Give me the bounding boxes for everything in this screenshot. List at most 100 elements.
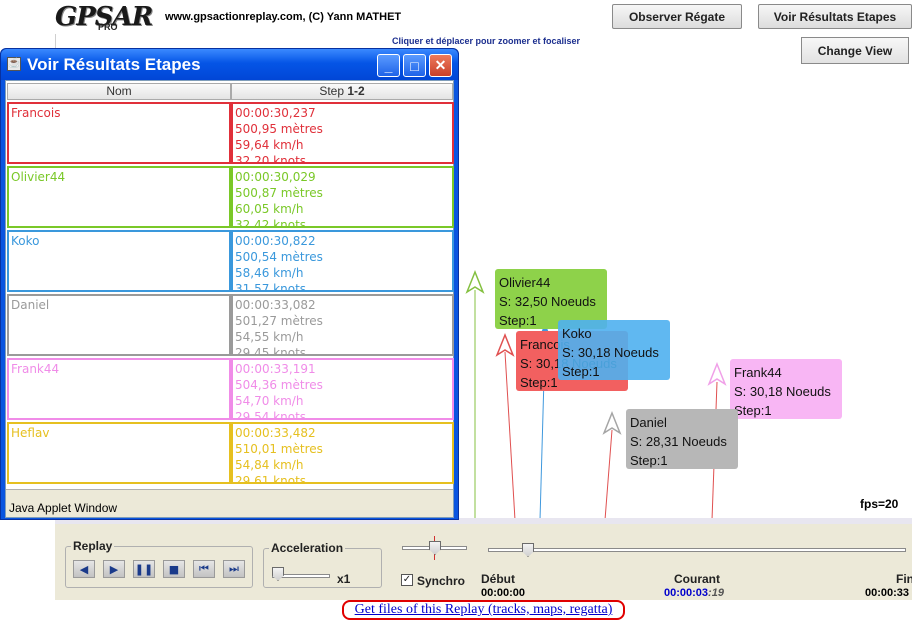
column-header-step[interactable]: Step 1-2: [231, 83, 453, 100]
download-replay-files-link[interactable]: Get files of this Replay (tracks, maps, …: [342, 600, 625, 620]
step-distance: 500,54 mètres: [235, 250, 323, 264]
gpsar-logo: GPSAR PRO: [55, 2, 161, 34]
play-icon[interactable]: ▶: [103, 560, 125, 578]
logo-sub: PRO: [98, 22, 118, 32]
skip-end-icon[interactable]: ⏭: [223, 560, 245, 578]
boat-card-daniel[interactable]: Daniel S: 28,31 Noeuds Step:1: [626, 409, 738, 469]
step-values-cell: 00:00:33,482 510,01 mètres 54,84 km/h 29,61…: [231, 422, 454, 484]
step-values-cell: 00:00:30,237 500,95 mètres 59,64 km/h 32,20…: [231, 102, 454, 164]
rewind-icon[interactable]: ◀: [73, 560, 95, 578]
acceleration-thumb[interactable]: [272, 567, 284, 581]
boat-step: Step:1: [562, 364, 600, 379]
boat-name: Koko: [562, 326, 592, 341]
boat-name: Frank44: [734, 365, 782, 380]
step-values-cell: 00:00:33,191 504,36 mètres 54,70 km/h 29,54…: [231, 358, 454, 420]
stop-icon[interactable]: ■: [163, 560, 185, 578]
step-value: 1-2: [347, 84, 365, 98]
applet-footer: Java Applet Window: [6, 489, 453, 517]
fin-label: Fin: [896, 572, 912, 586]
step-values-cell: 00:00:30,822 500,54 mètres 58,46 km/h 31,57…: [231, 230, 454, 292]
fps-counter: fps=20: [860, 497, 899, 511]
debut-time: 00:00:00: [481, 587, 526, 599]
sailor-name-cell: Koko: [7, 230, 231, 292]
step-time: 00:00:30,237: [235, 106, 316, 120]
sailor-name-cell: Frank44: [7, 358, 231, 420]
minimize-icon[interactable]: _: [377, 54, 400, 77]
results-window[interactable]: ☕ Voir Résultats Etapes _ □ ✕ Nom Step 1…: [0, 48, 459, 520]
table-row[interactable]: Heflav 00:00:33,482 510,01 mètres 54,84 km/…: [7, 422, 454, 486]
maximize-icon[interactable]: □: [403, 54, 426, 77]
observe-regatta-button[interactable]: Observer Régate: [612, 4, 742, 29]
sailor-name-cell: Francois: [7, 102, 231, 164]
step-knots: 29,61 knots: [235, 474, 307, 484]
timeline-thumb[interactable]: [522, 543, 534, 557]
sailor-name-cell: Heflav: [7, 422, 231, 484]
step-kmh: 54,55 km/h: [235, 330, 304, 344]
table-row[interactable]: Frank44 00:00:33,191 504,36 mètres 54,70 km…: [7, 358, 454, 422]
courant-time: 00:00:03:19: [664, 587, 724, 599]
window-title: Voir Résultats Etapes: [27, 55, 201, 74]
courant-time-main: 00:00:03: [664, 587, 709, 599]
debut-label: Début: [481, 572, 515, 586]
table-row[interactable]: Francois 00:00:30,237 500,95 mètres 59,64 k…: [7, 102, 454, 166]
table-row[interactable]: Koko 00:00:30,822 500,54 mètres 58,46 km/h 3…: [7, 230, 454, 294]
step-values-cell: 00:00:30,029 500,87 mètres 60,05 km/h 32,42…: [231, 166, 454, 228]
replay-group: Replay ◀ ▶ ❚❚ ■ ⏮ ⏭: [65, 539, 253, 588]
step-knots: 32,20 knots: [235, 154, 307, 164]
step-knots: 32,42 knots: [235, 218, 307, 228]
step-time: 00:00:30,029: [235, 170, 316, 184]
boat-name: Daniel: [630, 415, 667, 430]
sailor-name-cell: Daniel: [7, 294, 231, 356]
boat-name: Olivier44: [499, 275, 551, 290]
change-view-button[interactable]: Change View: [801, 37, 909, 64]
results-table: Nom Step 1-2 Francois 00:00:30,237 500,95 …: [5, 80, 454, 518]
view-step-results-button[interactable]: Voir Résultats Etapes: [758, 4, 912, 29]
step-time: 00:00:33,191: [235, 362, 316, 376]
step-kmh: 54,84 km/h: [235, 458, 304, 472]
table-row[interactable]: Daniel 00:00:33,082 501,27 mètres 54,55 km/…: [7, 294, 454, 358]
step-values-cell: 00:00:33,082 501,27 mètres 54,55 km/h 29,45…: [231, 294, 454, 356]
boat-speed: S: 30,18 Noeuds: [734, 384, 831, 399]
step-knots: 31,57 knots: [235, 282, 307, 292]
synchro-checkbox[interactable]: ✓: [401, 574, 413, 586]
step-time: 00:00:33,482: [235, 426, 316, 440]
window-titlebar[interactable]: ☕ Voir Résultats Etapes _ □ ✕: [1, 49, 458, 80]
boat-speed: S: 32,50 Noeuds: [499, 294, 596, 309]
map-hint: Cliquer et déplacer pour zoomer et focal…: [392, 36, 581, 46]
zoom-thumb[interactable]: [429, 541, 441, 555]
step-time: 00:00:30,822: [235, 234, 316, 248]
boat-speed: S: 30,18 Noeuds: [562, 345, 659, 360]
close-icon[interactable]: ✕: [429, 54, 452, 77]
boat-card-koko[interactable]: Koko S: 30,18 Noeuds Step:1: [558, 320, 670, 380]
acceleration-group: Acceleration x1: [263, 541, 382, 588]
sailor-name-cell: Olivier44: [7, 166, 231, 228]
courant-label: Courant: [674, 572, 720, 586]
table-row[interactable]: Olivier44 00:00:30,029 500,87 mètres 60,05 …: [7, 166, 454, 230]
acceleration-label: Acceleration: [269, 541, 346, 555]
step-kmh: 58,46 km/h: [235, 266, 304, 280]
step-prefix: Step: [319, 84, 348, 98]
replay-controls: Replay ◀ ▶ ❚❚ ■ ⏮ ⏭ Acceleration x1 ✓ Sy…: [55, 524, 912, 600]
replay-label: Replay: [71, 539, 115, 553]
synchro-label: Synchro: [417, 574, 466, 588]
skip-start-icon[interactable]: ⏮: [193, 560, 215, 578]
boat-step: Step:1: [734, 403, 772, 418]
step-knots: 29,45 knots: [235, 346, 307, 356]
step-distance: 500,87 mètres: [235, 186, 323, 200]
acceleration-value: x1: [337, 572, 351, 586]
step-time: 00:00:33,082: [235, 298, 316, 312]
step-distance: 510,01 mètres: [235, 442, 323, 456]
fin-time: 00:00:33: [865, 587, 910, 599]
timeline-track[interactable]: [488, 548, 906, 552]
step-kmh: 60,05 km/h: [235, 202, 304, 216]
boat-card-frank44[interactable]: Frank44 S: 30,18 Noeuds Step:1: [730, 359, 842, 419]
pause-icon[interactable]: ❚❚: [133, 560, 155, 578]
column-header-name[interactable]: Nom: [7, 83, 231, 100]
java-cup-icon: ☕: [7, 57, 21, 71]
step-distance: 500,95 mètres: [235, 122, 323, 136]
step-distance: 501,27 mètres: [235, 314, 323, 328]
courant-time-ms: :19: [708, 587, 724, 599]
boat-speed: S: 28,31 Noeuds: [630, 434, 727, 449]
step-knots: 29,54 knots: [235, 410, 307, 420]
boat-step: Step:1: [630, 453, 668, 468]
